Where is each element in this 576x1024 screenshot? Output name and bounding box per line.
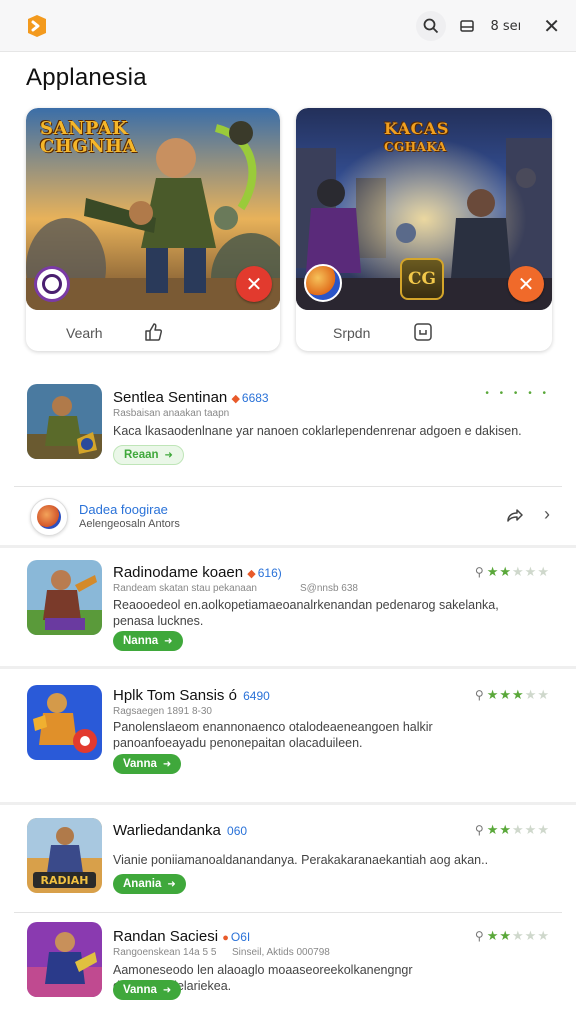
app-description: Vianie poniiamanoaldanandanya. Perakakar… xyxy=(113,853,489,867)
user-label[interactable]: 8 ѕeı xyxy=(490,11,521,41)
featured-banner-2[interactable]: KACAS CGHAKA CG ✕ xyxy=(296,108,552,310)
list-item[interactable]: RADIAH Warliedandanka 060 Vianie poniiam… xyxy=(0,810,576,914)
app-title[interactable]: Randan Saciesi ● O6I xyxy=(113,928,250,945)
brand-logo-icon[interactable] xyxy=(24,13,50,39)
app-subtitle: Randeam skatan stau pekanaan xyxy=(113,583,257,594)
app-subtitle: Ragsaegen 1891 8-30 xyxy=(113,706,212,717)
app-title[interactable]: Warliedandanka 060 xyxy=(113,822,247,839)
featured-footer-1: Vearh xyxy=(26,316,280,350)
app-description: Kaca lkasaodenlnane yar nanoen coklarlep… xyxy=(113,424,522,438)
featured-label: Srpdn xyxy=(333,325,371,341)
top-bar: 8 ѕeı ✕ xyxy=(0,0,576,52)
rating-dots: • • • • • xyxy=(485,388,550,399)
app-title[interactable]: Radinodame koaen ◆ 616) xyxy=(113,564,282,581)
promo-logo-icon[interactable] xyxy=(30,498,68,536)
circle-badge-icon[interactable] xyxy=(34,266,70,302)
svg-text:RADIAH: RADIAH xyxy=(41,874,89,887)
app-title[interactable]: Sentlea Sentinan ◆ 6683 xyxy=(113,389,269,406)
cg-badge[interactable]: CG xyxy=(400,258,444,300)
app-subtitle-extra: Sinseil, Aktids 000798 xyxy=(232,947,330,958)
banner-title-2: KACAS CGHAKA xyxy=(384,119,449,155)
close-icon[interactable]: ✕ xyxy=(543,11,560,41)
section-divider xyxy=(0,802,576,805)
promo-subtitle: Aelengeosaln Antors xyxy=(79,518,180,530)
app-install-button[interactable]: Vanna ➜ xyxy=(113,754,182,774)
app-thumbnail[interactable]: RADIAH xyxy=(27,818,102,893)
rating-stars: ⚲ ★★★★★ xyxy=(474,687,550,702)
app-subtitle: Rasbaisan anaakan taapn xyxy=(113,408,230,419)
orb-badge-icon[interactable] xyxy=(304,264,342,302)
divider xyxy=(14,486,562,487)
app-thumbnail[interactable] xyxy=(27,560,102,635)
divider xyxy=(14,912,562,913)
search-icon[interactable] xyxy=(416,11,447,41)
close-icon[interactable]: ✕ xyxy=(508,266,544,302)
featured-card-2[interactable]: KACAS CGHAKA CG ✕ Srpdn xyxy=(296,108,552,351)
promo-title[interactable]: Dadea foogirae xyxy=(79,502,168,517)
app-description: Panolenslaeom enannonaenco otalodeaenean… xyxy=(113,720,433,750)
close-icon[interactable]: ✕ xyxy=(236,266,272,302)
list-item[interactable]: Hplk Tom Sansis ó 6490 Ragsaegen 1891 8-… xyxy=(0,676,576,800)
section-divider xyxy=(0,545,576,548)
app-subtitle-extra: S@nnsb 638 xyxy=(300,583,358,594)
app-install-button[interactable]: Anania ➜ xyxy=(113,874,186,894)
list-item[interactable]: Randan Saciesi ● O6I Rangoenskean 14a 5 5… xyxy=(0,916,576,1020)
featured-banner-1[interactable]: SANPAK CHGNHA ✕ xyxy=(26,108,280,310)
thumbs-up-icon[interactable] xyxy=(142,321,164,343)
featured-card-1[interactable]: SANPAK CHGNHA ✕ Vearh xyxy=(26,108,280,351)
app-subtitle: Rangoenskean 14a 5 5 xyxy=(113,947,217,958)
featured-footer-2: Srpdn xyxy=(296,316,552,350)
top-actions: 8 ѕeı ✕ xyxy=(416,10,560,42)
rating-stars: ⚲ ★★★★★ xyxy=(474,564,550,579)
page-title: Applanesia xyxy=(26,64,147,91)
app-thumbnail[interactable] xyxy=(27,384,102,459)
share-icon[interactable] xyxy=(504,506,524,526)
rating-stars: ⚲ ★★★★★ xyxy=(474,928,550,943)
refresh-icon[interactable] xyxy=(412,321,434,343)
banner-title-1: SANPAK CHGNHA xyxy=(40,118,138,157)
app-thumbnail[interactable] xyxy=(27,685,102,760)
app-title[interactable]: Hplk Tom Sansis ó 6490 xyxy=(113,687,270,704)
app-thumbnail[interactable] xyxy=(27,922,102,997)
list-item[interactable]: Sentlea Sentinan ◆ 6683 Rasbaisan anaakan… xyxy=(0,376,576,484)
app-description: Reaooedeol en.aolkopetiamaeoanalrkenanda… xyxy=(113,598,499,628)
rating-stars: ⚲ ★★★★★ xyxy=(474,822,550,837)
app-install-button[interactable]: Nanna ➜ xyxy=(113,631,183,651)
app-install-button[interactable]: Reaan ➜ xyxy=(113,445,184,465)
list-item[interactable]: Radinodame koaen ◆ 616) Randeam skatan st… xyxy=(0,552,576,664)
featured-label: Vearh xyxy=(66,325,103,341)
chevron-right-icon[interactable]: › xyxy=(544,504,550,525)
promo-row[interactable]: Dadea foogirae Aelengeosaln Antors › xyxy=(0,490,576,544)
section-divider xyxy=(0,666,576,669)
window-icon[interactable] xyxy=(460,11,475,41)
app-install-button[interactable]: Vanna ➜ xyxy=(113,980,182,1000)
